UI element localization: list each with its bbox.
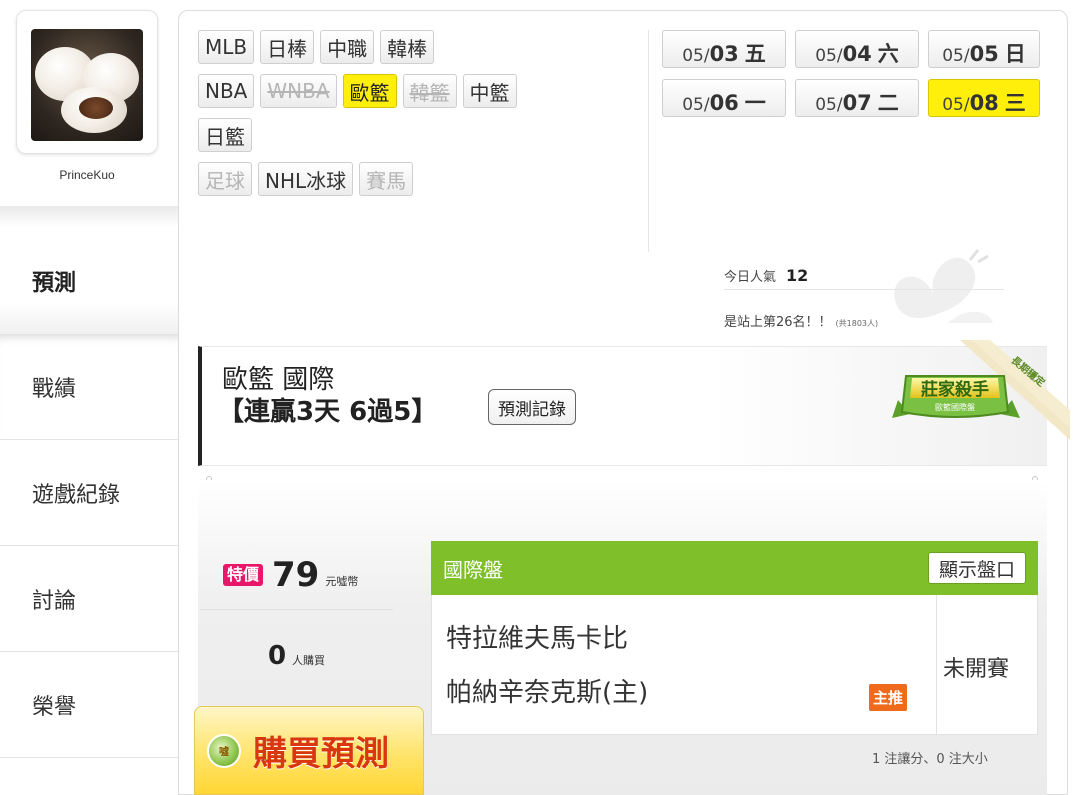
date-0506[interactable]: 05/06 一 [662,79,786,117]
league-korea-baseball[interactable]: 韓棒 [380,30,435,64]
popularity-value: 12 [786,266,809,285]
avatar-card[interactable] [16,10,158,154]
date-0505[interactable]: 05/05 日 [928,30,1040,68]
league-mlb[interactable]: MLB [198,30,255,64]
sidebar-item-honors[interactable]: 榮譽 [0,652,178,758]
date-0503[interactable]: 05/03 五 [662,30,786,68]
special-price-tag: 特價 [223,563,264,586]
league-row: 日籃 [198,118,638,156]
prediction-streak: 【連贏3天 6過5】 [218,397,438,427]
league-japan-baseball[interactable]: 日棒 [260,30,315,64]
main-pick-badge: 主推 [869,684,908,711]
prediction-title: 歐籃 國際 [222,365,335,395]
date-month: 05/ [815,46,843,66]
market-header: 國際盤 顯示盤口 [431,541,1038,595]
coin-icon: 噓 [207,733,241,768]
date-selector: 05/03 五 05/04 六 05/05 日 05/06 一 05/07 二 05/08… [662,30,1040,117]
league-euro-basketball[interactable]: 歐籃 [342,74,397,108]
match-status: 未開賽 [943,657,1010,682]
league-row: 足球 NHL冰球 賽馬 [198,162,638,200]
date-weekday: 日 [1004,42,1026,66]
badge-subtitle-text: 歐籃國際盤 [935,402,975,412]
date-day: 05 [969,42,999,66]
league-soccer: 足球 [198,162,252,196]
buyers-unit: 人購買 [292,654,326,667]
date-day: 04 [842,42,872,66]
team-home: 帕納辛奈克斯(主) [446,678,649,708]
league-korea-basketball: 韓籃 [402,74,457,108]
buy-prediction-label: 購買預測 [253,734,389,774]
show-odds-button[interactable]: 顯示盤口 [927,552,1026,584]
league-filter: MLB 日棒 中職 韓棒 NBA WNBA 歐籃 韓籃 中籃 日籃 足球 NHL… [198,30,638,206]
popularity-rank: 是站上第26名！！ (共1803人) [724,290,1004,330]
filter-divider [648,30,649,252]
date-0504[interactable]: 05/04 六 [795,30,919,68]
date-day: 06 [709,91,739,115]
league-row: NBA WNBA 歐籃 韓籃 中籃 [198,74,638,112]
team-away: 特拉維夫馬卡比 [446,624,629,654]
date-day: 08 [969,91,999,115]
sidebar-nav: 預測 戰績 遊戲紀錄 討論 榮譽 [0,228,178,758]
popularity-total: (共1803人) [835,319,879,328]
league-nhl[interactable]: NHL冰球 [258,162,354,196]
buyers-count: 0 [267,641,287,671]
sidebar-item-discussion[interactable]: 討論 [0,546,178,652]
market-divider [936,595,937,735]
date-weekday: 一 [744,91,766,115]
sidebar-item-prediction[interactable]: 預測 [0,228,178,334]
badge-title-text: 莊家殺手 [921,379,989,400]
league-nba[interactable]: NBA [198,74,255,108]
date-0507[interactable]: 05/07 二 [795,79,919,117]
price-row: 特價 79 元噓幣 [200,540,393,610]
date-0508[interactable]: 05/08 三 [928,79,1040,117]
sidebar-item-record[interactable]: 戰績 [0,334,178,440]
date-weekday: 六 [877,42,899,66]
date-weekday: 二 [877,91,899,115]
sidebar-item-game-history[interactable]: 遊戲紀錄 [0,440,178,546]
league-china-basketball[interactable]: 中籃 [462,74,517,108]
popularity-panel: 今日人氣 12 是站上第26名！！ (共1803人) [724,262,1004,330]
league-japan-basketball[interactable]: 日籃 [198,118,252,152]
league-horse-racing: 賽馬 [359,162,414,196]
bookmaker-killer-badge-icon: 莊家殺手 歐籃國際盤 長期穩定 [892,340,1070,440]
bet-summary: 1 注讓分、0 注大小 [872,752,988,767]
date-day: 07 [842,91,872,115]
date-month: 05/ [815,95,843,115]
buyers-row: 0 人購買 [200,610,393,702]
price-column: 特價 79 元噓幣 0 人購買 [200,540,393,702]
league-wnba: WNBA [260,74,337,108]
avatar-bun-filling [79,97,113,119]
date-month: 05/ [942,46,970,66]
username[interactable]: PrinceKuo [16,168,158,182]
popularity-rank-text: 是站上第26名！！ [724,315,832,330]
market-title: 國際盤 [443,557,503,582]
date-day: 03 [709,42,739,66]
popularity-today: 今日人氣 12 [724,262,1004,290]
league-row: MLB 日棒 中職 韓棒 [198,30,638,68]
date-weekday: 五 [744,42,766,66]
date-month: 05/ [942,95,970,115]
price-unit: 元噓幣 [325,574,359,588]
price-amount: 79 [272,554,320,595]
popularity-label: 今日人氣 [724,270,777,285]
avatar[interactable] [31,29,143,141]
buy-prediction-button[interactable]: 噓 購買預測 [194,706,424,795]
sidebar-separator [0,206,178,228]
date-weekday: 三 [1004,91,1026,115]
prediction-record-button[interactable]: 預測記錄 [488,389,576,425]
date-month: 05/ [682,46,710,66]
league-cpbl[interactable]: 中職 [320,30,375,64]
date-month: 05/ [682,95,710,115]
